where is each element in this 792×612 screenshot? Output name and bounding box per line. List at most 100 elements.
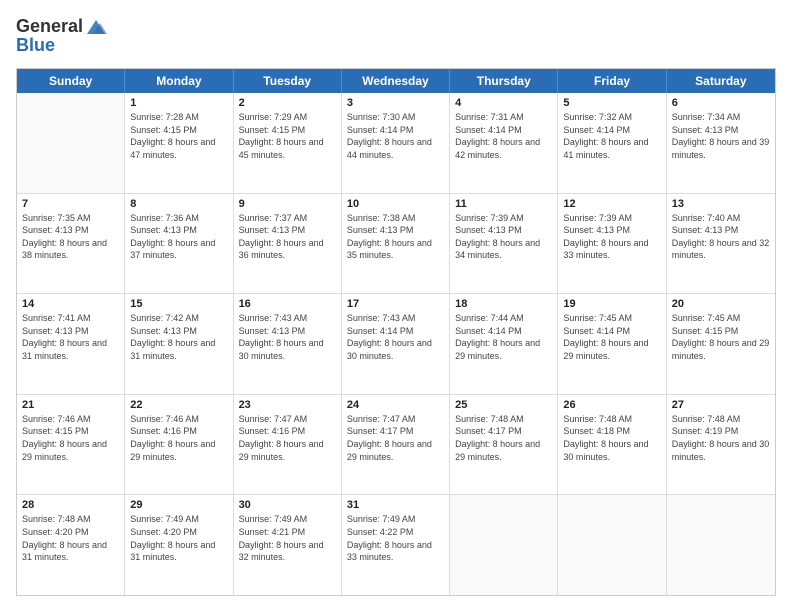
- day-info: Sunrise: 7:31 AMSunset: 4:14 PMDaylight:…: [455, 111, 552, 161]
- day-number: 24: [347, 399, 444, 411]
- calendar-row-4: 28 Sunrise: 7:48 AMSunset: 4:20 PMDayligh…: [17, 495, 775, 595]
- calendar-cell: 26 Sunrise: 7:48 AMSunset: 4:18 PMDayligh…: [558, 395, 666, 495]
- day-number: 14: [22, 298, 119, 310]
- day-info: Sunrise: 7:42 AMSunset: 4:13 PMDaylight:…: [130, 312, 227, 362]
- day-number: 23: [239, 399, 336, 411]
- day-info: Sunrise: 7:44 AMSunset: 4:14 PMDaylight:…: [455, 312, 552, 362]
- day-info: Sunrise: 7:28 AMSunset: 4:15 PMDaylight:…: [130, 111, 227, 161]
- calendar-cell: 2 Sunrise: 7:29 AMSunset: 4:15 PMDaylight…: [234, 93, 342, 193]
- day-number: 21: [22, 399, 119, 411]
- day-info: Sunrise: 7:48 AMSunset: 4:17 PMDaylight:…: [455, 413, 552, 463]
- day-number: 22: [130, 399, 227, 411]
- calendar-row-1: 7 Sunrise: 7:35 AMSunset: 4:13 PMDaylight…: [17, 194, 775, 295]
- day-number: 31: [347, 499, 444, 511]
- calendar-cell: 14 Sunrise: 7:41 AMSunset: 4:13 PMDayligh…: [17, 294, 125, 394]
- day-info: Sunrise: 7:49 AMSunset: 4:21 PMDaylight:…: [239, 513, 336, 563]
- calendar-cell: 3 Sunrise: 7:30 AMSunset: 4:14 PMDaylight…: [342, 93, 450, 193]
- calendar-row-0: 1 Sunrise: 7:28 AMSunset: 4:15 PMDaylight…: [17, 93, 775, 194]
- header-day-saturday: Saturday: [667, 69, 775, 93]
- calendar-row-3: 21 Sunrise: 7:46 AMSunset: 4:15 PMDayligh…: [17, 395, 775, 496]
- header-day-sunday: Sunday: [17, 69, 125, 93]
- day-info: Sunrise: 7:29 AMSunset: 4:15 PMDaylight:…: [239, 111, 336, 161]
- calendar-cell: 10Sunrise: 7:38 AMSunset: 4:13 PMDayligh…: [342, 194, 450, 294]
- calendar-cell: 27 Sunrise: 7:48 AMSunset: 4:19 PMDayligh…: [667, 395, 775, 495]
- day-number: 28: [22, 499, 119, 511]
- day-number: 13: [672, 198, 770, 210]
- header-day-monday: Monday: [125, 69, 233, 93]
- logo-general-text: General: [16, 16, 83, 37]
- calendar-cell: 9 Sunrise: 7:37 AMSunset: 4:13 PMDaylight…: [234, 194, 342, 294]
- day-number: 3: [347, 97, 444, 109]
- day-number: 20: [672, 298, 770, 310]
- day-info: Sunrise: 7:34 AMSunset: 4:13 PMDaylight:…: [672, 111, 770, 161]
- calendar-row-2: 14 Sunrise: 7:41 AMSunset: 4:13 PMDayligh…: [17, 294, 775, 395]
- day-number: 7: [22, 198, 119, 210]
- day-number: 10: [347, 198, 444, 210]
- calendar-cell: 28 Sunrise: 7:48 AMSunset: 4:20 PMDayligh…: [17, 495, 125, 595]
- day-info: Sunrise: 7:43 AMSunset: 4:14 PMDaylight:…: [347, 312, 444, 362]
- logo: General Blue: [16, 16, 107, 56]
- calendar-cell: 13 Sunrise: 7:40 AMSunset: 4:13 PMDayligh…: [667, 194, 775, 294]
- calendar-header: SundayMondayTuesdayWednesdayThursdayFrid…: [17, 69, 775, 93]
- calendar-cell: 17Sunrise: 7:43 AMSunset: 4:14 PMDayligh…: [342, 294, 450, 394]
- calendar-cell: 25 Sunrise: 7:48 AMSunset: 4:17 PMDayligh…: [450, 395, 558, 495]
- calendar-cell: [17, 93, 125, 193]
- day-number: 8: [130, 198, 227, 210]
- calendar-cell: 31 Sunrise: 7:49 AMSunset: 4:22 PMDayligh…: [342, 495, 450, 595]
- day-info: Sunrise: 7:37 AMSunset: 4:13 PMDaylight:…: [239, 212, 336, 262]
- day-info: Sunrise: 7:48 AMSunset: 4:18 PMDaylight:…: [563, 413, 660, 463]
- calendar-cell: 22Sunrise: 7:46 AMSunset: 4:16 PMDayligh…: [125, 395, 233, 495]
- header-day-thursday: Thursday: [450, 69, 558, 93]
- day-info: Sunrise: 7:47 AMSunset: 4:17 PMDaylight:…: [347, 413, 444, 463]
- day-number: 11: [455, 198, 552, 210]
- calendar-cell: [558, 495, 666, 595]
- calendar-cell: 5Sunrise: 7:32 AMSunset: 4:14 PMDaylight…: [558, 93, 666, 193]
- day-info: Sunrise: 7:47 AMSunset: 4:16 PMDaylight:…: [239, 413, 336, 463]
- day-number: 25: [455, 399, 552, 411]
- day-number: 1: [130, 97, 227, 109]
- day-number: 30: [239, 499, 336, 511]
- day-info: Sunrise: 7:41 AMSunset: 4:13 PMDaylight:…: [22, 312, 119, 362]
- day-number: 2: [239, 97, 336, 109]
- day-info: Sunrise: 7:45 AMSunset: 4:15 PMDaylight:…: [672, 312, 770, 362]
- header-day-wednesday: Wednesday: [342, 69, 450, 93]
- day-info: Sunrise: 7:35 AMSunset: 4:13 PMDaylight:…: [22, 212, 119, 262]
- day-info: Sunrise: 7:45 AMSunset: 4:14 PMDaylight:…: [563, 312, 660, 362]
- calendar-cell: 6 Sunrise: 7:34 AMSunset: 4:13 PMDaylight…: [667, 93, 775, 193]
- day-number: 12: [563, 198, 660, 210]
- day-info: Sunrise: 7:46 AMSunset: 4:15 PMDaylight:…: [22, 413, 119, 463]
- day-number: 19: [563, 298, 660, 310]
- day-number: 18: [455, 298, 552, 310]
- calendar-cell: 18 Sunrise: 7:44 AMSunset: 4:14 PMDayligh…: [450, 294, 558, 394]
- day-number: 27: [672, 399, 770, 411]
- day-number: 26: [563, 399, 660, 411]
- day-number: 16: [239, 298, 336, 310]
- day-info: Sunrise: 7:40 AMSunset: 4:13 PMDaylight:…: [672, 212, 770, 262]
- day-number: 6: [672, 97, 770, 109]
- calendar-cell: 29Sunrise: 7:49 AMSunset: 4:20 PMDayligh…: [125, 495, 233, 595]
- day-info: Sunrise: 7:48 AMSunset: 4:20 PMDaylight:…: [22, 513, 119, 563]
- day-number: 4: [455, 97, 552, 109]
- calendar-cell: 24 Sunrise: 7:47 AMSunset: 4:17 PMDayligh…: [342, 395, 450, 495]
- day-info: Sunrise: 7:32 AMSunset: 4:14 PMDaylight:…: [563, 111, 660, 161]
- day-info: Sunrise: 7:48 AMSunset: 4:19 PMDaylight:…: [672, 413, 770, 463]
- day-info: Sunrise: 7:49 AMSunset: 4:22 PMDaylight:…: [347, 513, 444, 563]
- day-info: Sunrise: 7:39 AMSunset: 4:13 PMDaylight:…: [563, 212, 660, 262]
- calendar-cell: 4 Sunrise: 7:31 AMSunset: 4:14 PMDaylight…: [450, 93, 558, 193]
- logo-icon: [85, 18, 107, 36]
- day-number: 9: [239, 198, 336, 210]
- logo-blue-text: Blue: [16, 35, 107, 56]
- day-info: Sunrise: 7:30 AMSunset: 4:14 PMDaylight:…: [347, 111, 444, 161]
- day-info: Sunrise: 7:39 AMSunset: 4:13 PMDaylight:…: [455, 212, 552, 262]
- calendar-cell: 21 Sunrise: 7:46 AMSunset: 4:15 PMDayligh…: [17, 395, 125, 495]
- calendar-cell: [450, 495, 558, 595]
- calendar-cell: 8Sunrise: 7:36 AMSunset: 4:13 PMDaylight…: [125, 194, 233, 294]
- header-day-tuesday: Tuesday: [234, 69, 342, 93]
- calendar-body: 1 Sunrise: 7:28 AMSunset: 4:15 PMDaylight…: [17, 93, 775, 595]
- header-day-friday: Friday: [558, 69, 666, 93]
- calendar-cell: 7 Sunrise: 7:35 AMSunset: 4:13 PMDaylight…: [17, 194, 125, 294]
- calendar-cell: [667, 495, 775, 595]
- calendar-cell: 23 Sunrise: 7:47 AMSunset: 4:16 PMDayligh…: [234, 395, 342, 495]
- calendar-cell: 15Sunrise: 7:42 AMSunset: 4:13 PMDayligh…: [125, 294, 233, 394]
- calendar: SundayMondayTuesdayWednesdayThursdayFrid…: [16, 68, 776, 596]
